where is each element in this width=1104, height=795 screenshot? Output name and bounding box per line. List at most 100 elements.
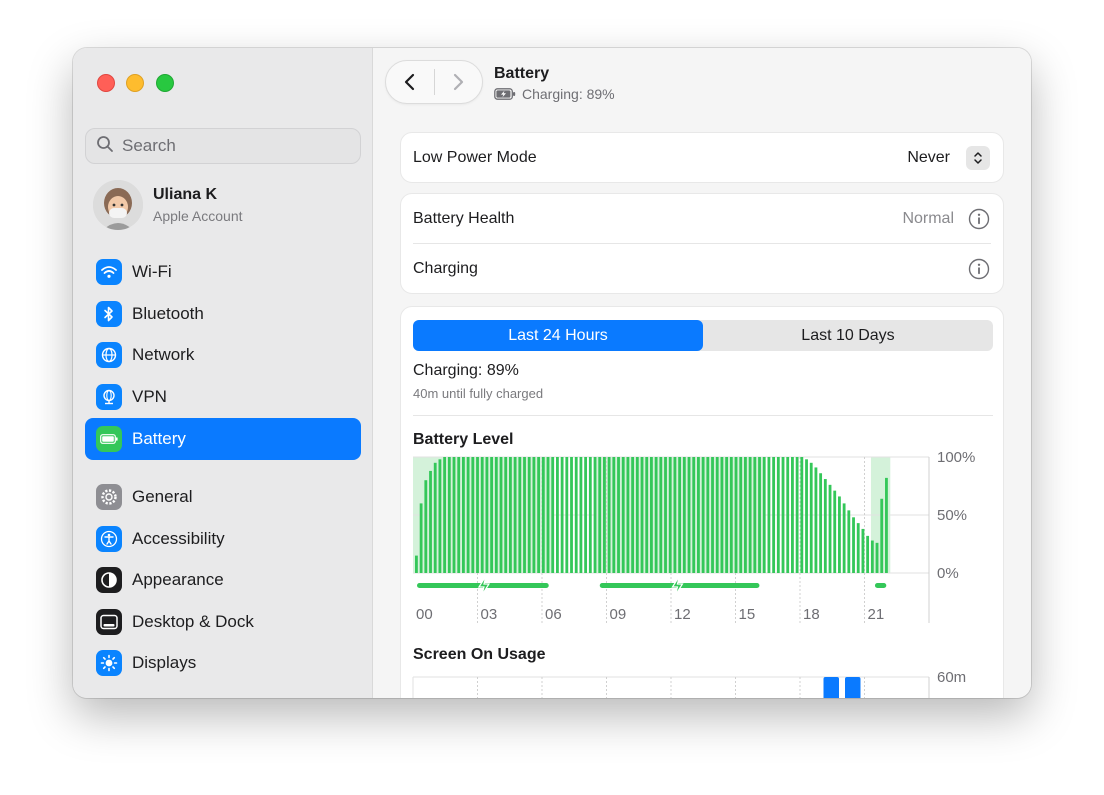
charging-bolt-icon bbox=[671, 575, 684, 596]
battery-level-bar bbox=[617, 457, 620, 573]
sun-icon bbox=[96, 650, 122, 676]
battery-level-bar bbox=[744, 457, 747, 573]
battery-level-bar bbox=[852, 517, 855, 573]
sidebar-item-label: Bluetooth bbox=[132, 304, 204, 323]
sidebar-item-battery[interactable]: Battery bbox=[85, 418, 361, 460]
battery-level-bar bbox=[579, 457, 583, 573]
sidebar-item-label: Accessibility bbox=[132, 529, 225, 548]
tab-last-24-hours[interactable]: Last 24 Hours bbox=[413, 320, 703, 351]
battery-level-bar bbox=[447, 457, 451, 573]
sidebar-item-network[interactable]: Network bbox=[85, 334, 361, 376]
sidebar: Uliana K Apple Account Wi-Fi Bluetooth Net… bbox=[73, 48, 373, 698]
battery-level-bar bbox=[823, 479, 827, 573]
battery-level-bar bbox=[574, 457, 578, 573]
page-subtitle: Charging: 89% bbox=[522, 86, 615, 102]
battery-level-bar bbox=[499, 457, 503, 573]
info-icon[interactable] bbox=[968, 208, 990, 230]
forward-button[interactable] bbox=[434, 60, 482, 104]
sidebar-item-label: VPN bbox=[132, 387, 167, 406]
sidebar-item-label: Displays bbox=[132, 653, 197, 672]
battery-level-bar bbox=[438, 459, 442, 573]
charging-bolt-icon bbox=[477, 575, 491, 596]
gear-icon bbox=[96, 484, 122, 510]
charging-indicator bbox=[874, 583, 887, 588]
history-buttons bbox=[385, 60, 483, 104]
battery-level-bar bbox=[490, 457, 494, 573]
battery-level-bar bbox=[748, 457, 752, 573]
apple-account[interactable]: Uliana K Apple Account bbox=[93, 180, 243, 230]
battery-level-bar bbox=[556, 457, 559, 573]
battery-level-bar bbox=[541, 457, 545, 573]
battery-level-bar bbox=[593, 457, 597, 573]
battery-level-bar bbox=[607, 457, 611, 573]
search-input[interactable] bbox=[122, 136, 342, 156]
battery-level-bar bbox=[650, 457, 653, 573]
battery-level-bar bbox=[640, 457, 644, 573]
sidebar-item-general[interactable]: General bbox=[85, 476, 361, 518]
battery-level-bar bbox=[584, 457, 588, 573]
avatar bbox=[93, 180, 143, 230]
screen-usage-title: Screen On Usage bbox=[413, 646, 546, 663]
sidebar-item-vpn[interactable]: VPN bbox=[85, 376, 361, 418]
sidebar-item-bluetooth[interactable]: Bluetooth bbox=[85, 293, 361, 335]
minimize-window-button[interactable] bbox=[126, 74, 144, 92]
sidebar-item-label: General bbox=[132, 487, 193, 506]
sidebar-item-label: Network bbox=[132, 345, 195, 364]
screen-usage-chart: 60m bbox=[412, 669, 966, 698]
battery-level-bar bbox=[532, 457, 536, 573]
battery-level-bar bbox=[546, 457, 550, 573]
battery-level-bar bbox=[645, 457, 649, 573]
battery-level-bar bbox=[504, 457, 508, 573]
back-button[interactable] bbox=[386, 60, 434, 104]
sidebar-item-accessibility[interactable]: Accessibility bbox=[85, 518, 361, 560]
battery-level-bar bbox=[598, 457, 602, 573]
main-pane: Battery Charging: 89% Low Power Mode Nev… bbox=[373, 48, 1031, 698]
battery-level-bar bbox=[776, 457, 780, 573]
battery-level-bar bbox=[612, 457, 616, 573]
sidebar-item-appearance[interactable]: Appearance bbox=[85, 559, 361, 601]
battery-level-bar bbox=[603, 457, 606, 573]
battery-level-bar bbox=[800, 457, 804, 573]
charging-row: Charging bbox=[401, 244, 1003, 293]
battery-level-bar bbox=[565, 457, 569, 573]
close-window-button[interactable] bbox=[97, 74, 115, 92]
battery-level-bar bbox=[697, 457, 700, 573]
low-power-value: Never bbox=[907, 148, 950, 166]
battery-health-value: Normal bbox=[902, 209, 954, 227]
account-subtitle: Apple Account bbox=[153, 208, 243, 224]
battery-level-bar bbox=[480, 457, 484, 573]
battery-level-bar bbox=[457, 457, 461, 573]
battery-level-bar bbox=[753, 457, 757, 573]
charging-battery-icon bbox=[494, 88, 516, 100]
battery-health-label: Battery Health bbox=[413, 209, 515, 227]
settings-window: Uliana K Apple Account Wi-Fi Bluetooth Net… bbox=[73, 48, 1031, 698]
sidebar-item-desktop-dock[interactable]: Desktop & Dock bbox=[85, 601, 361, 643]
x-tick-label: 21 bbox=[868, 606, 885, 623]
tab-last-10-days[interactable]: Last 10 Days bbox=[703, 320, 993, 351]
battery-level-bar bbox=[706, 457, 710, 573]
zoom-window-button[interactable] bbox=[156, 74, 174, 92]
battery-level-bar bbox=[537, 457, 541, 573]
battery-level-bar bbox=[668, 457, 672, 573]
sidebar-item-label: Appearance bbox=[132, 570, 224, 589]
search-field[interactable] bbox=[85, 128, 361, 164]
battery-level-bar bbox=[419, 503, 423, 573]
low-power-select[interactable]: Never bbox=[907, 145, 990, 170]
x-tick-label: 06 bbox=[545, 606, 562, 623]
battery-level-bar bbox=[518, 457, 522, 573]
battery-level-bar bbox=[734, 457, 738, 573]
sidebar-item-displays[interactable]: Displays bbox=[85, 642, 361, 684]
battery-level-bar bbox=[791, 457, 794, 573]
bluetooth-icon bbox=[96, 301, 122, 327]
info-icon[interactable] bbox=[968, 258, 990, 280]
x-tick-label: 00 bbox=[416, 606, 433, 623]
battery-level-bar bbox=[452, 457, 456, 573]
battery-level-bar bbox=[758, 457, 761, 573]
low-power-row: Low Power Mode Never bbox=[401, 133, 1003, 182]
low-power-card: Low Power Mode Never bbox=[400, 132, 1004, 183]
battery-level-bar bbox=[842, 503, 846, 573]
sidebar-item-wi-fi[interactable]: Wi-Fi bbox=[85, 251, 361, 293]
battery-level-chart: 100% 50% 0% 00 03 06 09 12 15 18 21 bbox=[413, 449, 975, 623]
battery-level-bar bbox=[814, 467, 818, 573]
x-tick-label: 03 bbox=[481, 606, 498, 623]
